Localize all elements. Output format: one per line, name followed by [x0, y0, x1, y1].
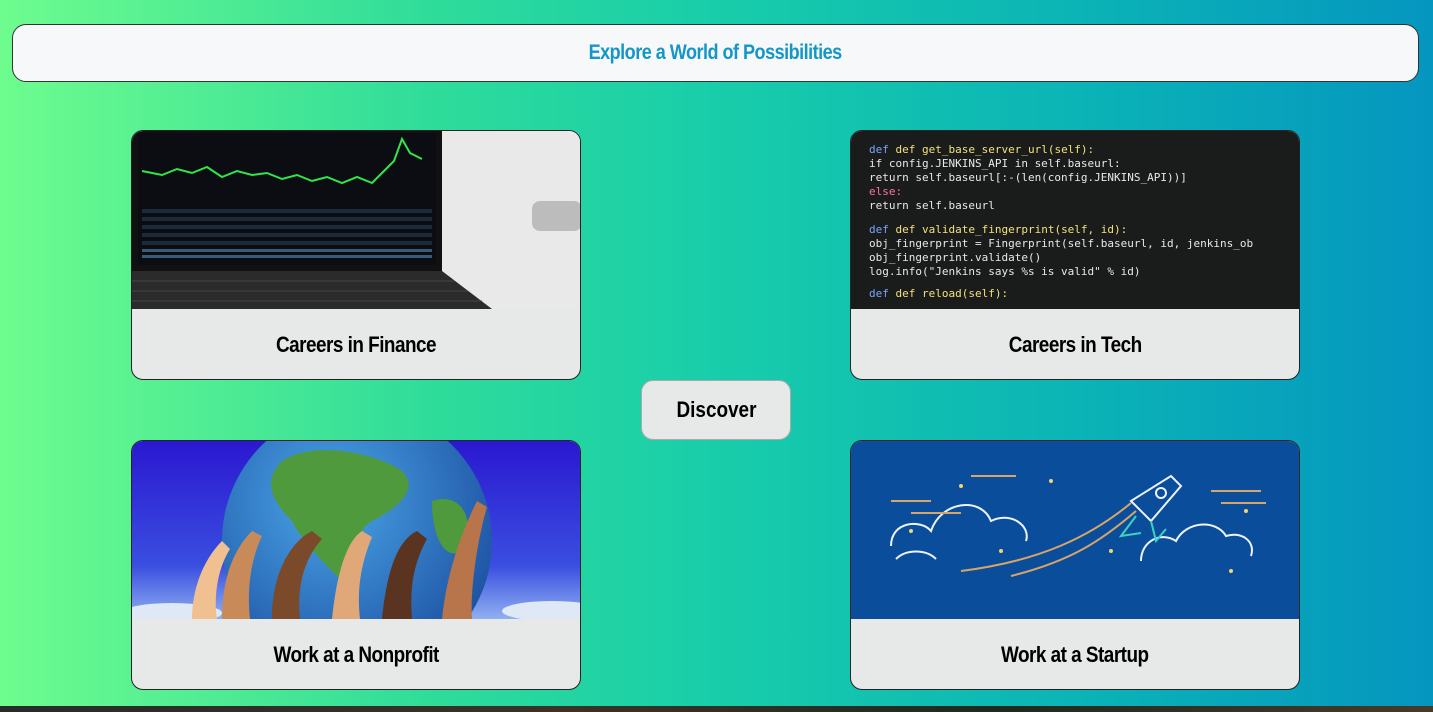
tech-image: def def get_base_server_url(self): if co… [851, 131, 1299, 309]
nonprofit-image [132, 441, 580, 619]
card-label: Work at a Nonprofit [273, 642, 439, 667]
card-label: Careers in Finance [275, 332, 437, 357]
svg-text:if config.JENKINS_API in self.: if config.JENKINS_API in self.baseurl: [869, 157, 1121, 170]
card-label: Work at a Startup [1001, 642, 1149, 667]
svg-text:else:: else: [869, 185, 902, 198]
card-nonprofit[interactable]: Work at a Nonprofit [131, 440, 581, 690]
page-title: Explore a World of Possibilities [588, 41, 843, 64]
discover-button[interactable]: Discover [641, 380, 791, 440]
card-label: Careers in Tech [1008, 332, 1142, 357]
svg-text:return self.baseurl: return self.baseurl [869, 199, 995, 212]
bottom-background-strip [0, 706, 1433, 712]
svg-text:def def validate_fingerprint(s: def def validate_fingerprint(self, id): [869, 223, 1127, 236]
svg-text:def def get_base_server_url(se: def def get_base_server_url(self): [869, 143, 1094, 156]
header-banner: Explore a World of Possibilities [12, 24, 1419, 82]
svg-text:return self.baseurl[:-(len(con: return self.baseurl[:-(len(config.JENKIN… [869, 171, 1187, 184]
card-tech[interactable]: def def get_base_server_url(self): if co… [850, 130, 1300, 380]
card-startup[interactable]: Work at a Startup [850, 440, 1300, 690]
svg-text:obj_fingerprint.validate(): obj_fingerprint.validate() [869, 251, 1041, 264]
startup-image [851, 441, 1299, 619]
svg-text:log.info("Jenkins says %s is v: log.info("Jenkins says %s is valid" % id… [869, 265, 1141, 278]
svg-text:obj_fingerprint = Fingerprint(: obj_fingerprint = Fingerprint(self.baseu… [869, 237, 1253, 250]
finance-image [132, 131, 580, 309]
svg-text:def def reload(self):: def def reload(self): [869, 287, 1008, 300]
card-finance[interactable]: Careers in Finance [131, 130, 581, 380]
page-background: Explore a World of Possibilities Careers… [0, 0, 1433, 706]
